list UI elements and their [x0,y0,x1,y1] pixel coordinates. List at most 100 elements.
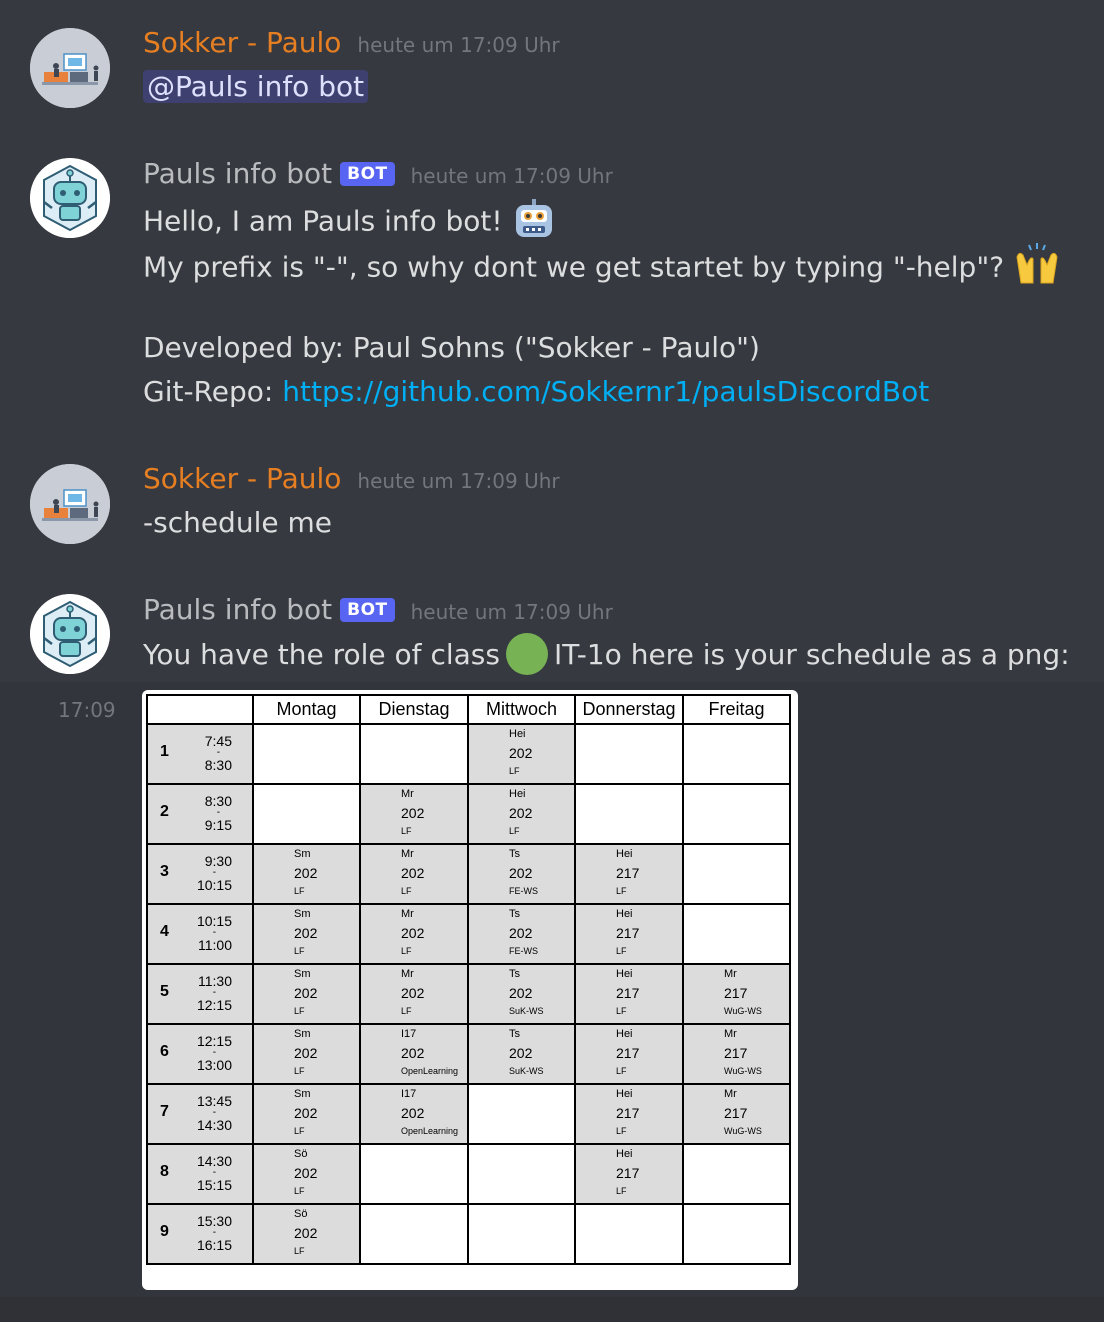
lesson-room: 217 [616,925,640,941]
period-time: 10:15-11:00 [197,914,232,952]
period-number: 4 [160,923,169,940]
lesson-cell: Ts 202 SuK-WS [467,1023,576,1085]
bot-mention[interactable]: @Pauls info bot [143,70,369,103]
lesson-cell [682,1143,791,1205]
lesson-teacher: Ts [509,1028,520,1040]
lesson-content: Hei 202 LF [469,785,574,843]
period-end: 12:15 [196,997,232,1013]
lesson-subject: SuK-WS [509,1006,544,1016]
schedule-row: 2 8:30-9:15 Mr 202 LF Hei 202 LF [146,783,791,845]
schedule-row: 3 9:30-10:15 Sm 202 LF Mr 202 LF Ts 202 FE-WS Hei 21… [146,843,791,905]
lesson-cell: Sm 202 LF [252,843,361,905]
lesson-room: 202 [401,1045,425,1061]
lesson-cell [252,783,361,845]
lesson-subject: LF [509,766,520,776]
bot-avatar[interactable] [30,158,110,238]
period-start: 11:30 [198,973,232,989]
bot-avatar[interactable] [30,594,110,674]
lesson-teacher: Sm [294,968,311,980]
lesson-cell: Hei 217 LF [574,1083,684,1145]
message-timestamp: heute um 17:09 Uhr [357,469,560,493]
lesson-cell: Mr 217 WuG-WS [682,963,791,1025]
period-start: 8:30 [204,793,232,809]
lesson-content: Mr 202 LF [361,905,467,963]
lesson-subject: OpenLearning [401,1126,459,1136]
lesson-room: 202 [509,1045,533,1061]
period-number: 8 [160,1163,169,1180]
period-start: 9:30 [204,853,232,869]
schedule-row: 1 7:45-8:30 Hei 202 LF [146,723,791,785]
day-header: Donnerstag [574,694,684,725]
lesson-room: 217 [724,985,748,1001]
lesson-content: Hei 217 LF [576,845,682,903]
lesson-subject: WuG-WS [724,1006,762,1016]
period-end: 8:30 [204,757,232,773]
day-header: Mittwoch [467,694,576,725]
lesson-content: Sm 202 LF [254,845,359,903]
period-time: 8:30-9:15 [204,793,232,832]
lesson-room: 202 [509,805,533,821]
message-text: Hello, I am Pauls info bot! [143,204,503,238]
schedule-corner [146,694,254,725]
period-time: 15:30-16:15 [196,1213,232,1252]
lesson-room: 202 [294,985,318,1001]
lesson-teacher: Sm [294,848,311,860]
lesson-teacher: I17 [401,1088,417,1100]
lesson-room: 217 [616,1105,640,1121]
lesson-teacher: Mr [724,1028,737,1040]
lesson-cell: Hei 217 LF [574,1143,684,1205]
lesson-teacher: Hei [509,728,526,740]
lesson-subject: LF [294,1246,305,1256]
lesson-subject: LF [401,826,412,836]
lesson-cell [467,1203,576,1265]
lesson-room: 217 [724,1045,748,1061]
period-start: 12:15 [196,1033,232,1049]
schedule-row: 8 14:30-15:15 Sö 202 LF Hei 217 LF [146,1143,791,1205]
lesson-content: Mr 202 LF [361,785,467,843]
user-avatar[interactable] [30,464,110,544]
message-text: My prefix is "-", so why dont we get sta… [143,250,1005,284]
lesson-cell: Mr 217 WuG-WS [682,1083,791,1145]
period-start: 15:30 [196,1213,232,1229]
message-text: -schedule me [143,506,332,539]
lesson-room: 202 [294,1045,318,1061]
lesson-cell: I17 202 OpenLearning [359,1023,469,1085]
lesson-subject: FE-WS [509,886,538,896]
github-repo-link[interactable]: https://github.com/Sokkernr1/paulsDiscor… [282,375,929,408]
lesson-subject: LF [401,1006,412,1016]
lesson-cell: Sö 202 LF [252,1143,361,1205]
schedule-table: Montag Dienstag Mittwoch Donnerstag Freitag … [146,694,791,1265]
lesson-teacher: Sö [294,1208,308,1220]
message-text: Git-Repo: [143,375,283,408]
period-number: 2 [160,803,169,820]
author-name[interactable]: Pauls info bot [143,593,332,626]
author-name[interactable]: Sokker - Paulo [143,462,341,495]
lesson-room: 202 [401,985,425,1001]
author-name[interactable]: Sokker - Paulo [143,26,341,59]
lesson-content: Sö 202 LF [254,1145,359,1203]
user-avatar[interactable] [30,28,110,108]
lesson-cell [682,903,791,965]
lesson-teacher: Hei [616,908,633,920]
lesson-teacher: Ts [509,908,520,920]
lesson-room: 202 [401,865,425,881]
period-cell: 3 9:30-10:15 [146,843,254,905]
lesson-teacher: Mr [724,1088,737,1100]
lesson-cell: Mr 202 LF [359,903,469,965]
schedule-image[interactable]: Montag Dienstag Mittwoch Donnerstag Freitag … [142,690,798,1290]
period-number: 6 [160,1043,169,1060]
lesson-content: I17 202 OpenLearning [361,1025,467,1083]
author-name[interactable]: Pauls info bot [143,157,332,190]
green-circle-emoji-icon [505,633,548,675]
lesson-subject: LF [294,886,305,896]
lesson-content: Mr 202 LF [361,845,467,903]
bot-tag: BOT [340,162,395,186]
lesson-teacher: Hei [616,1028,633,1040]
side-timestamp: 17:09 [58,698,116,722]
lesson-room: 202 [509,745,533,761]
lesson-content: Sm 202 LF [254,905,359,963]
period-time: 12:15-13:00 [196,1033,232,1072]
period-end: 15:15 [196,1177,232,1193]
lesson-cell [682,723,791,785]
lesson-teacher: Mr [401,968,414,980]
